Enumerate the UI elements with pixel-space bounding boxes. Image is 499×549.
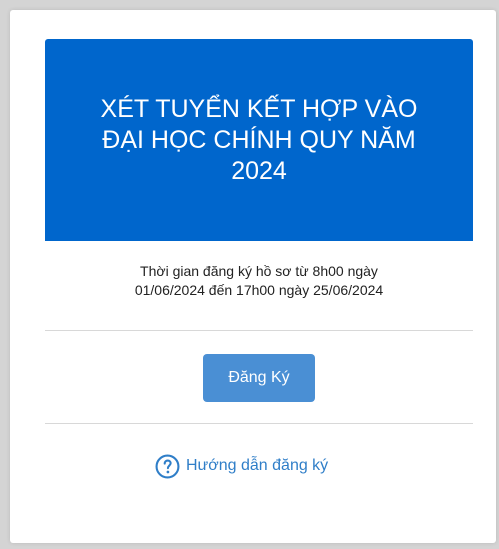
registration-guide-link[interactable]: Hướng dẫn đăng ký <box>155 451 328 481</box>
register-button[interactable]: Đăng Ký <box>203 354 315 402</box>
divider-top <box>45 330 473 331</box>
guide-link-label: Hướng dẫn đăng ký <box>186 457 329 474</box>
admission-title: XÉT TUYỂN KẾT HỢP VÀO ĐẠI HỌC CHÍNH QUY … <box>100 94 418 185</box>
admission-card: XÉT TUYỂN KẾT HỢP VÀO ĐẠI HỌC CHÍNH QUY … <box>10 10 496 543</box>
admission-banner: XÉT TUYỂN KẾT HỢP VÀO ĐẠI HỌC CHÍNH QUY … <box>45 39 473 241</box>
question-circle-icon <box>155 454 180 479</box>
page-background: XÉT TUYỂN KẾT HỢP VÀO ĐẠI HỌC CHÍNH QUY … <box>0 0 499 549</box>
registration-period-text: Thời gian đăng ký hồ sơ từ 8h00 ngày 01/… <box>134 263 384 298</box>
divider-bottom <box>45 423 473 424</box>
